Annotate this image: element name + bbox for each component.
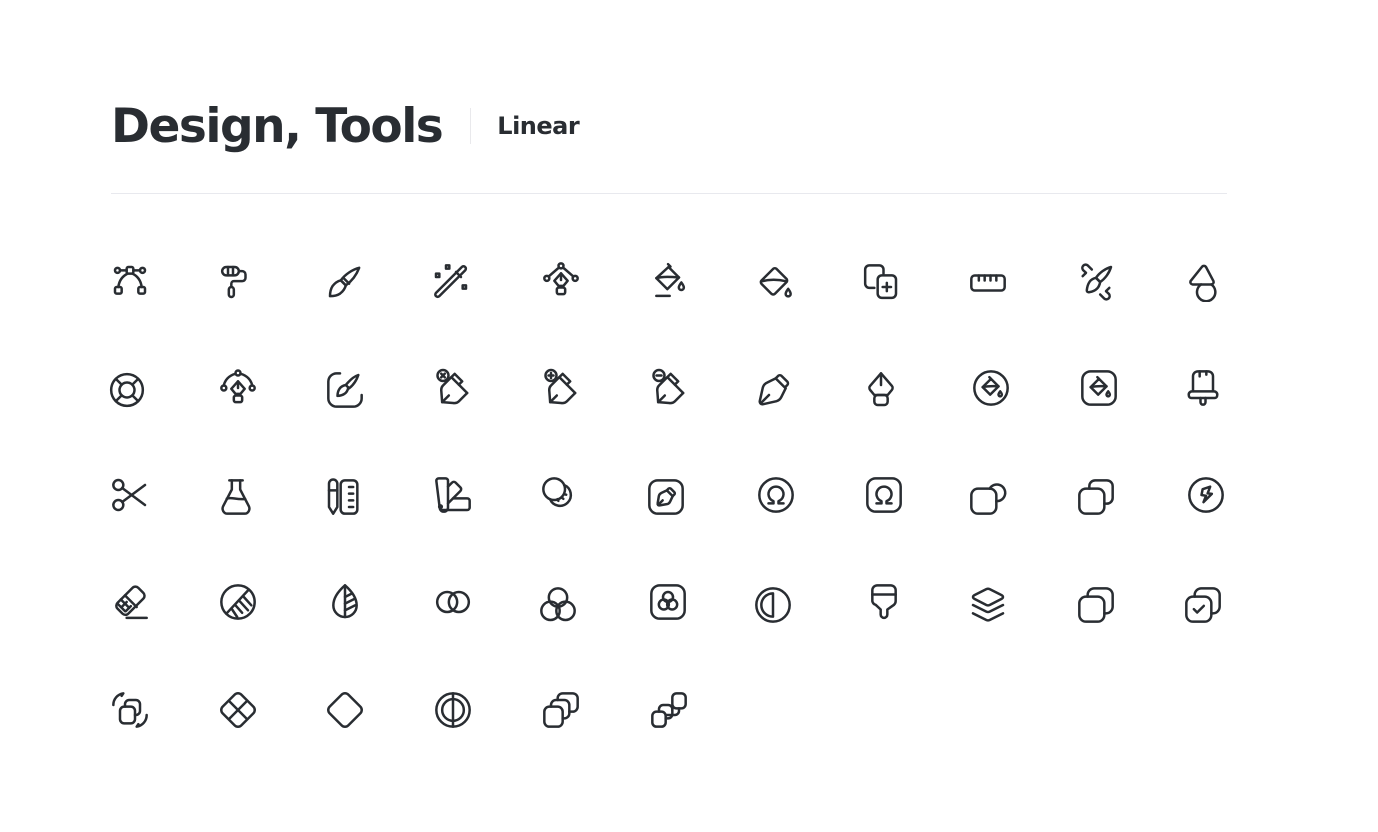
icon-style-label: Linear	[497, 112, 580, 140]
ruler-icon[interactable]	[968, 263, 1008, 303]
squares-chain-icon[interactable]	[649, 690, 689, 730]
pencil-ruler-icon[interactable]	[324, 477, 364, 517]
broom-brush-icon[interactable]	[1183, 368, 1223, 408]
brush-brush-icon[interactable]	[1076, 262, 1116, 302]
blur-icon[interactable]	[540, 475, 580, 515]
diamond-icon[interactable]	[325, 690, 365, 730]
convert-shape-icon[interactable]	[110, 690, 150, 730]
bezier-path-icon[interactable]	[110, 262, 150, 302]
mirror-circle-icon[interactable]	[433, 690, 473, 730]
paint-bucket-icon[interactable]	[754, 263, 794, 303]
pen-add-icon[interactable]	[541, 368, 581, 408]
flask-icon[interactable]	[216, 477, 256, 517]
paint-bucket-fill-icon[interactable]	[648, 260, 688, 300]
shape-circle-square-icon[interactable]	[968, 477, 1008, 517]
copy-add-icon[interactable]	[861, 262, 901, 302]
paint-roller-icon[interactable]	[218, 262, 258, 302]
copy-success-icon[interactable]	[1183, 585, 1223, 625]
copy-icon[interactable]	[1076, 585, 1116, 625]
paint-brush-icon[interactable]	[325, 262, 365, 302]
glass-circle-icon[interactable]	[218, 582, 258, 622]
page-header: Design, Tools Linear	[111, 96, 580, 156]
color-swatch-icon[interactable]	[433, 475, 473, 515]
omega-circle-icon[interactable]	[756, 475, 796, 515]
contrast-icon[interactable]	[753, 585, 793, 625]
pen-icon[interactable]	[754, 370, 794, 410]
diamond-grid-icon[interactable]	[218, 690, 258, 730]
page-title: Design, Tools	[111, 98, 444, 154]
paint-bucket-circle-icon[interactable]	[971, 368, 1011, 408]
pen-tool-curve-icon[interactable]	[218, 368, 258, 408]
leaf-icon[interactable]	[325, 582, 365, 622]
shape-squares-icon[interactable]	[1076, 477, 1116, 517]
paint-bucket-square-icon[interactable]	[1079, 368, 1119, 408]
brush-square-icon[interactable]	[325, 370, 365, 410]
magic-wand-icon[interactable]	[431, 262, 471, 302]
circles-overlap-icon[interactable]	[433, 582, 473, 622]
omega-square-icon[interactable]	[864, 475, 904, 515]
pen-tool-nodes-icon[interactable]	[541, 260, 581, 300]
brush-big-icon[interactable]	[864, 582, 904, 622]
layers-icon[interactable]	[968, 585, 1008, 625]
pen-square-icon[interactable]	[646, 477, 686, 517]
header-divider	[111, 193, 1227, 194]
flash-circle-icon[interactable]	[1186, 475, 1226, 515]
eraser-icon[interactable]	[110, 582, 150, 622]
shapes-icon[interactable]	[1186, 262, 1226, 302]
lifebuoy-icon[interactable]	[107, 370, 147, 410]
color-circles-icon[interactable]	[538, 585, 578, 625]
pen-nib-icon[interactable]	[861, 370, 901, 410]
header-separator	[470, 108, 472, 144]
pen-close-icon[interactable]	[433, 368, 473, 408]
scissors-icon[interactable]	[110, 475, 150, 515]
color-circles-square-icon[interactable]	[648, 582, 688, 622]
pen-remove-icon[interactable]	[649, 368, 689, 408]
squares-stack-icon[interactable]	[541, 690, 581, 730]
